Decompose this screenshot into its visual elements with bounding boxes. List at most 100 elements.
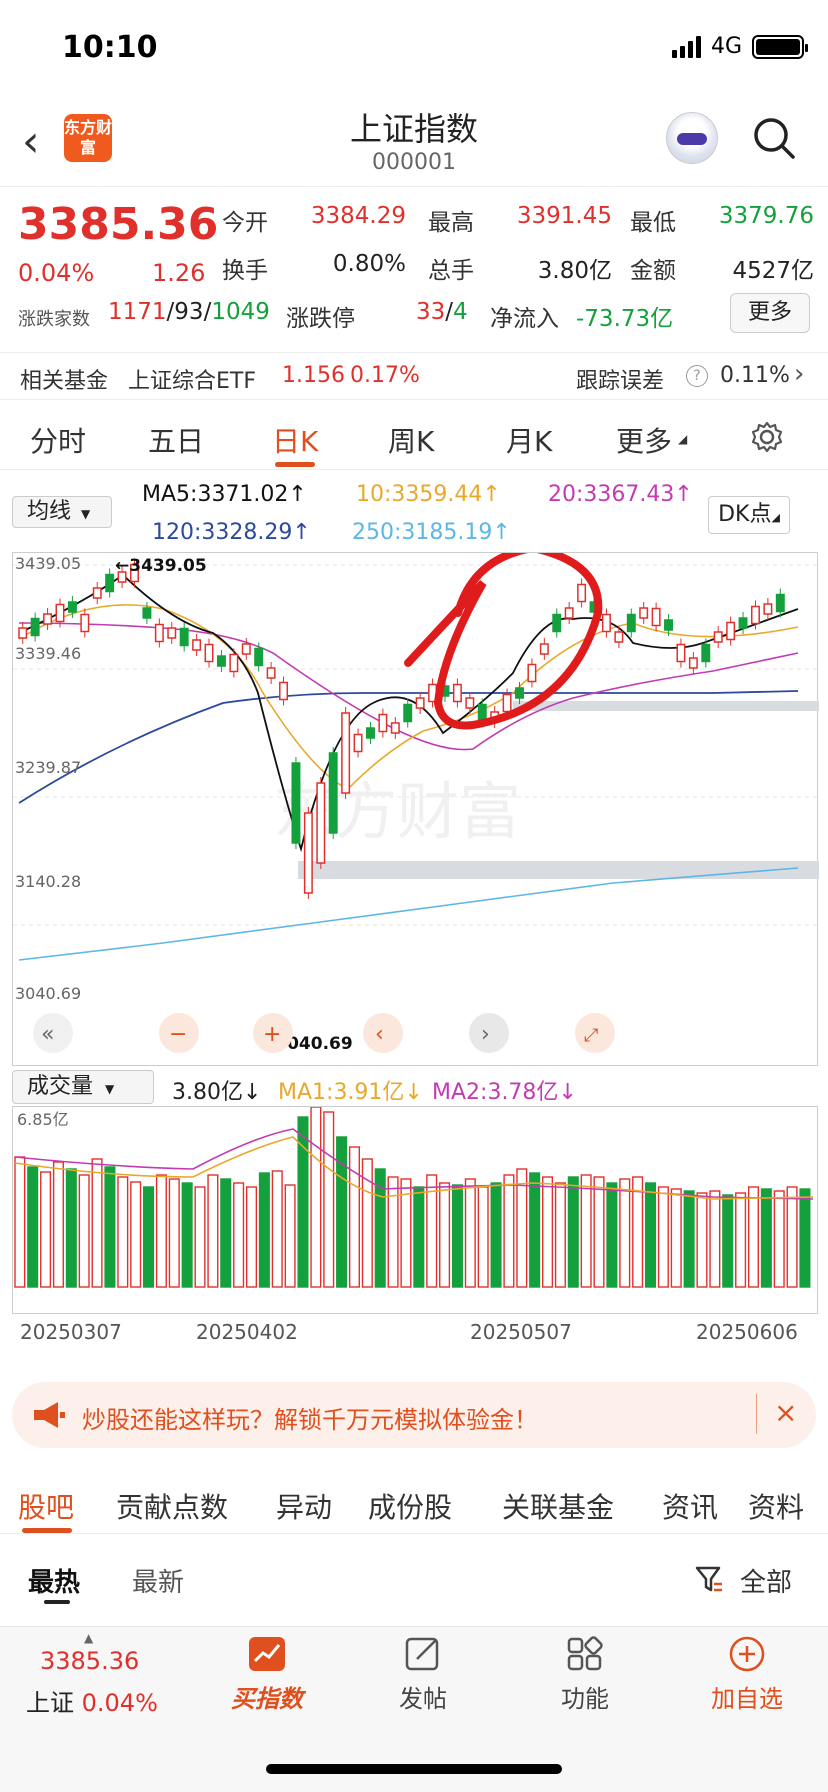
- tab-constituents[interactable]: 成份股: [368, 1486, 452, 1526]
- ma250-label: 250:3185.19↑: [352, 520, 511, 545]
- gear-icon[interactable]: [750, 420, 784, 454]
- filter-all[interactable]: 全部: [740, 1562, 792, 1599]
- volume-chart[interactable]: 6.85亿: [12, 1106, 818, 1314]
- candle: [626, 613, 636, 633]
- tab-intraday[interactable]: 分时: [30, 420, 86, 460]
- volume-value: 3.80亿: [537, 258, 612, 284]
- tab-news[interactable]: 资讯: [662, 1486, 718, 1526]
- add-watchlist-label: 加自选: [711, 1685, 783, 1713]
- tab-contribution[interactable]: 贡献点数: [116, 1486, 228, 1526]
- volume-bar: [722, 1194, 734, 1288]
- ma-selector[interactable]: 均线 ▼: [12, 496, 112, 528]
- volume-bar: [451, 1184, 463, 1288]
- volume-bar: [799, 1188, 811, 1288]
- candle: [738, 617, 748, 629]
- signal-icon: [671, 35, 701, 58]
- buy-index-button[interactable]: 买指数: [212, 1635, 322, 1714]
- change-pct: 0.04%: [18, 259, 95, 287]
- volume-bar: [65, 1168, 77, 1288]
- sort-hot-underline: [44, 1600, 70, 1604]
- date-tick-3: 20250507: [470, 1320, 572, 1344]
- limit-up-count: 33: [416, 299, 446, 325]
- add-watchlist-button[interactable]: 加自选: [692, 1635, 802, 1714]
- volume-bar: [632, 1176, 644, 1288]
- more-button[interactable]: 更多: [730, 293, 810, 333]
- candle: [18, 627, 28, 639]
- volume-bar: [194, 1186, 206, 1288]
- related-fund-row[interactable]: 相关基金 上证综合ETF 1.156 0.17% 跟踪误差 ? 0.11% ›: [0, 352, 828, 400]
- limit-label: 涨跌停: [286, 306, 355, 332]
- volume-bar: [464, 1178, 476, 1288]
- footer-index-name: 上证 0.04%: [26, 1689, 158, 1717]
- assistant-robot-icon[interactable]: [666, 112, 718, 164]
- banner-divider: [756, 1394, 757, 1434]
- candle: [254, 647, 264, 667]
- high-value: 3391.45: [516, 203, 612, 229]
- candle: [229, 653, 239, 673]
- promo-banner[interactable]: 炒股还能这样玩？解锁千万元模拟体验金！ ×: [12, 1382, 816, 1448]
- amount-value: 4527亿: [732, 258, 814, 284]
- help-icon[interactable]: ?: [686, 365, 708, 387]
- tab-monthly-k[interactable]: 月K: [506, 420, 552, 460]
- next-icon: ›: [481, 1022, 490, 1047]
- fund-price: 1.156: [282, 363, 345, 388]
- volume-selector[interactable]: 成交量 ▼: [12, 1070, 154, 1104]
- volume-bar: [143, 1186, 155, 1288]
- prev-icon: ‹: [375, 1022, 384, 1047]
- forum-tab-underline: [22, 1528, 72, 1533]
- volume-bar: [760, 1188, 772, 1288]
- candle: [390, 722, 400, 734]
- dk-points-button[interactable]: DK点◢: [708, 496, 790, 534]
- close-icon[interactable]: ×: [774, 1396, 797, 1429]
- buy-index-label: 买指数: [231, 1685, 303, 1713]
- volume-bar: [696, 1192, 708, 1288]
- volume-bar: [104, 1166, 116, 1288]
- candle: [415, 697, 425, 709]
- candle: [179, 627, 189, 647]
- candle: [67, 601, 77, 613]
- tab-more[interactable]: 更多: [616, 420, 672, 460]
- volume-bar: [168, 1178, 180, 1288]
- search-icon[interactable]: [752, 116, 796, 160]
- candle: [80, 613, 90, 633]
- tab-profile[interactable]: 资料: [748, 1486, 804, 1526]
- candle: [527, 663, 537, 683]
- volume-bar: [580, 1174, 592, 1288]
- tab-five-day[interactable]: 五日: [148, 420, 204, 460]
- tab-forum[interactable]: 股吧: [18, 1486, 74, 1526]
- candle: [676, 643, 686, 663]
- kline-chart[interactable]: 东方财富 3439.05 3339.46 3239.87 3140.28 304…: [12, 543, 819, 1066]
- volume-bar: [657, 1186, 669, 1288]
- candle: [266, 667, 276, 679]
- candle: [316, 782, 326, 864]
- megaphone-icon: [34, 1402, 65, 1428]
- post-button[interactable]: 发帖: [368, 1635, 478, 1714]
- sort-new[interactable]: 最新: [132, 1562, 184, 1599]
- candle: [378, 713, 388, 733]
- candle: [688, 657, 698, 669]
- volume-svg: 6.85亿: [14, 1106, 814, 1288]
- volume-bar: [554, 1182, 566, 1288]
- volume-bar: [477, 1186, 489, 1288]
- turnover-label: 换手: [222, 258, 268, 284]
- tab-weekly-k[interactable]: 周K: [388, 420, 434, 460]
- volume-bar: [644, 1182, 657, 1288]
- ma5-label: MA5:3371.02↑: [142, 482, 307, 507]
- candle: [279, 681, 289, 701]
- battery-icon: [752, 34, 808, 59]
- function-button[interactable]: 功能: [530, 1635, 640, 1714]
- tab-daily-k[interactable]: 日K: [272, 420, 318, 460]
- filter-icon[interactable]: [694, 1564, 724, 1594]
- volume-bar: [271, 1170, 283, 1288]
- candle: [55, 603, 65, 623]
- tab-related-funds[interactable]: 关联基金: [502, 1486, 614, 1526]
- volume-bar: [503, 1174, 515, 1288]
- kline-svg: 东方财富 3439.05 3339.46 3239.87 3140.28 304…: [13, 543, 819, 1054]
- home-indicator: [266, 1764, 562, 1774]
- function-label: 功能: [561, 1685, 609, 1713]
- sort-hot[interactable]: 最热: [28, 1562, 80, 1599]
- fund-pct: 0.17%: [350, 363, 420, 388]
- fund-name: 上证综合ETF: [128, 369, 256, 394]
- volume-bar: [683, 1190, 695, 1288]
- tab-movement[interactable]: 异动: [276, 1486, 332, 1526]
